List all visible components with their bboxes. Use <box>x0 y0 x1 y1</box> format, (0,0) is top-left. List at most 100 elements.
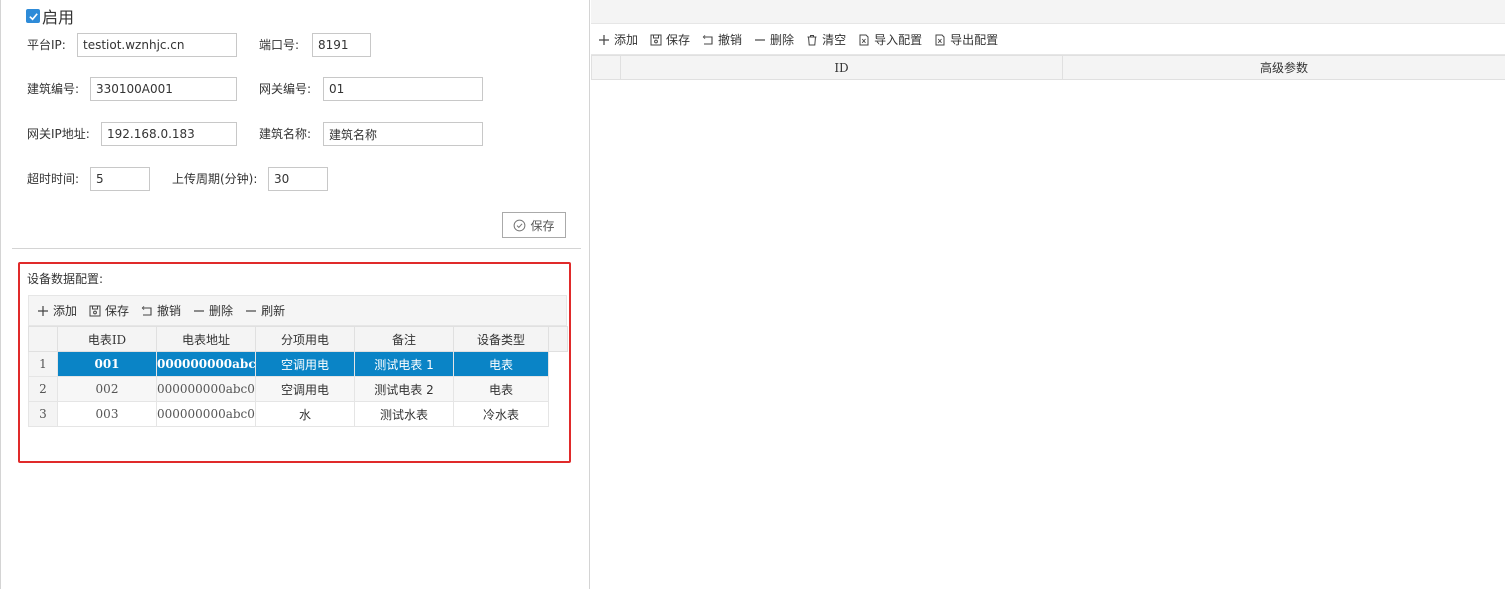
row-spacer <box>548 401 568 427</box>
undo-icon <box>702 34 713 45</box>
export-config-button[interactable]: 导出配置 <box>934 31 998 48</box>
advanced-undo-button[interactable]: 撤销 <box>702 31 742 48</box>
table-row[interactable]: 2 002 000000000abc02 空调用电 测试电表 2 电表 <box>28 376 568 402</box>
row-number: 1 <box>28 351 58 377</box>
advanced-toolbar: 添加 保存 撤销 删除 清空 导入配置 导出配置 <box>591 25 1505 55</box>
advanced-delete-label: 删除 <box>770 33 795 47</box>
enable-label: 启用 <box>42 8 75 27</box>
export-config-label: 导出配置 <box>950 33 999 47</box>
settings-panel: 启用 平台IP: 端口号: 建筑编号: 网关编号: 网关IP地址: 建筑名称: … <box>0 0 590 589</box>
timeout-label: 超时时间: <box>27 172 80 186</box>
save-config-button[interactable]: 保存 <box>502 212 566 238</box>
advanced-clear-button[interactable]: 清空 <box>806 31 846 48</box>
plus-icon <box>599 34 609 45</box>
column-header[interactable]: 电表地址 <box>156 326 256 352</box>
enable-checkbox[interactable] <box>26 9 40 23</box>
column-header[interactable]: 备注 <box>354 326 454 352</box>
table-row[interactable]: 1 001 000000000abc01 空调用电 测试电表 1 电表 <box>28 351 568 377</box>
meter-id-cell[interactable]: 001 <box>57 351 157 377</box>
undo-icon <box>141 305 152 316</box>
remark-cell[interactable]: 测试水表 <box>354 401 454 427</box>
device-type-cell[interactable]: 电表 <box>453 351 549 377</box>
column-header[interactable]: 设备类型 <box>453 326 549 352</box>
import-config-button[interactable]: 导入配置 <box>858 31 922 48</box>
check-circle-icon <box>514 219 526 231</box>
file-import-icon <box>859 34 869 45</box>
minus-icon <box>246 309 257 312</box>
remark-cell[interactable]: 测试电表 2 <box>354 376 454 402</box>
advanced-save-label: 保存 <box>666 33 691 47</box>
row-spacer <box>548 376 568 402</box>
panel-header-bar <box>591 0 1505 24</box>
row-number-header <box>28 326 58 352</box>
building-code-label: 建筑编号: <box>27 82 80 96</box>
building-name-label: 建筑名称: <box>259 127 312 141</box>
advanced-add-label: 添加 <box>614 33 639 47</box>
advanced-save-button[interactable]: 保存 <box>650 31 690 48</box>
timeout-input[interactable] <box>90 167 150 191</box>
device-undo-button[interactable]: 撤销 <box>141 302 181 319</box>
device-add-button[interactable]: 添加 <box>37 302 77 319</box>
device-refresh-label: 刷新 <box>261 304 286 318</box>
platform-ip-label: 平台IP: <box>27 38 66 52</box>
device-save-label: 保存 <box>105 304 130 318</box>
minus-icon <box>194 309 205 312</box>
device-save-button[interactable]: 保存 <box>89 302 129 319</box>
form-divider <box>12 248 581 249</box>
device-config-title: 设备数据配置: <box>27 272 104 286</box>
category-cell[interactable]: 空调用电 <box>255 351 355 377</box>
building-name-input[interactable] <box>323 122 483 146</box>
advanced-delete-button[interactable]: 删除 <box>754 31 794 48</box>
upload-period-label: 上传周期(分钟): <box>172 172 258 186</box>
advanced-table-header: ID 高级参数 <box>591 55 1505 80</box>
save-config-label: 保存 <box>530 218 555 233</box>
device-refresh-button[interactable]: 刷新 <box>245 302 285 319</box>
meter-address-cell[interactable]: 000000000abc02 <box>156 376 256 402</box>
row-number: 2 <box>28 376 58 402</box>
column-header[interactable]: 高级参数 <box>1062 55 1505 80</box>
meter-address-cell[interactable]: 000000000abc01 <box>156 351 256 377</box>
port-label: 端口号: <box>259 38 300 52</box>
device-table-header: 电表ID 电表地址 分项用电 备注 设备类型 <box>28 326 568 352</box>
scroll-spacer <box>548 326 568 352</box>
device-undo-label: 撤销 <box>157 304 182 318</box>
enable-checkbox-row[interactable]: 启用 <box>26 4 74 28</box>
device-type-cell[interactable]: 电表 <box>453 376 549 402</box>
gateway-ip-input[interactable] <box>101 122 237 146</box>
file-export-icon <box>935 34 945 45</box>
platform-ip-input[interactable] <box>77 33 237 57</box>
building-code-input[interactable] <box>90 77 237 101</box>
plus-icon <box>38 305 48 316</box>
remark-cell[interactable]: 测试电表 1 <box>354 351 454 377</box>
category-cell[interactable]: 水 <box>255 401 355 427</box>
row-number: 3 <box>28 401 58 427</box>
port-input[interactable] <box>312 33 371 57</box>
device-delete-label: 删除 <box>209 304 234 318</box>
gateway-code-input[interactable] <box>323 77 483 101</box>
floppy-icon <box>89 305 101 316</box>
column-header[interactable]: 分项用电 <box>255 326 355 352</box>
table-row[interactable]: 3 003 000000000abc03 水 测试水表 冷水表 <box>28 401 568 427</box>
upload-period-input[interactable] <box>268 167 328 191</box>
device-delete-button[interactable]: 删除 <box>193 302 233 319</box>
meter-id-cell[interactable]: 003 <box>57 401 157 427</box>
gateway-ip-label: 网关IP地址: <box>27 127 90 141</box>
device-add-label: 添加 <box>53 304 78 318</box>
meter-id-cell[interactable]: 002 <box>57 376 157 402</box>
column-header[interactable]: 电表ID <box>57 326 157 352</box>
device-table: 电表ID 电表地址 分项用电 备注 设备类型 1 001 000000000ab… <box>28 326 568 427</box>
check-icon <box>28 12 38 20</box>
meter-address-cell[interactable]: 000000000abc03 <box>156 401 256 427</box>
device-toolbar: 添加 保存 撤销 删除 刷新 <box>28 295 567 326</box>
column-header[interactable]: ID <box>620 55 1063 80</box>
advanced-params-table: ID 高级参数 <box>591 55 1505 80</box>
advanced-clear-label: 清空 <box>822 33 847 47</box>
import-config-label: 导入配置 <box>874 33 923 47</box>
row-number-header <box>591 55 621 80</box>
category-cell[interactable]: 空调用电 <box>255 376 355 402</box>
device-type-cell[interactable]: 冷水表 <box>453 401 549 427</box>
advanced-add-button[interactable]: 添加 <box>598 31 638 48</box>
advanced-undo-label: 撤销 <box>718 33 743 47</box>
row-spacer <box>548 351 568 377</box>
device-config-section: 设备数据配置: 添加 保存 撤销 删除 刷新 电表ID 电表地址 分项用电 备注… <box>18 262 571 463</box>
